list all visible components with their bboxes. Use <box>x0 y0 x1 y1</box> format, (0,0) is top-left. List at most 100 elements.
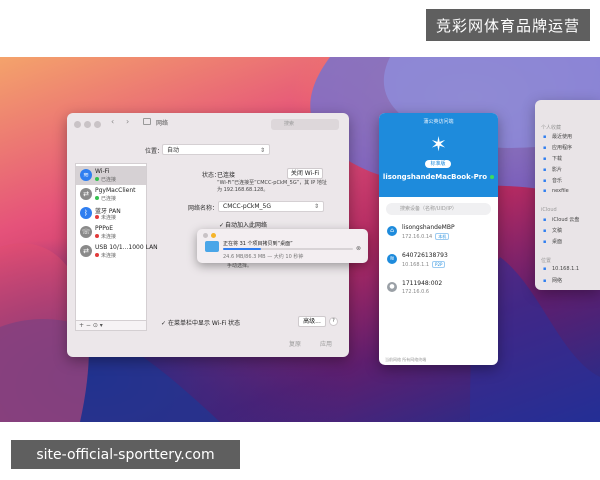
finder-sidebar-item[interactable]: ▪ 文稿 <box>543 227 562 234</box>
service-item[interactable]: ☏ PPPoE 未连接 <box>76 223 146 242</box>
finder-item-label: iCloud 云盘 <box>552 217 580 223</box>
finder-item-label: 网络 <box>552 278 563 284</box>
help-button[interactable]: ? <box>329 317 338 326</box>
user-icon: ● <box>387 282 397 292</box>
device-item[interactable]: ● 1711948:002 172.16.0.6 <box>379 279 498 305</box>
back-icon[interactable]: ‹ <box>111 117 114 126</box>
finder-item-label: 下载 <box>552 156 563 162</box>
finder-sidebar-item[interactable]: ▪ 网络 <box>543 277 562 284</box>
show-wifi-status-checkbox[interactable]: ✓ 在菜单栏中显示 Wi-Fi 状态 <box>161 318 240 327</box>
service-status: 已连接 <box>101 196 117 202</box>
copy-title: 正在将 31 个项目拷贝到“桌面” <box>223 241 293 247</box>
service-name: Wi-Fi <box>95 168 110 175</box>
ask-join-text: 手动选择。 <box>227 263 253 269</box>
device-name: lisongshandeMBP <box>402 224 455 231</box>
folder-icon: ▪ <box>543 266 547 272</box>
service-item[interactable]: ≋ Wi-Fi 已连接 <box>76 166 146 185</box>
finder-sidebar-item[interactable]: ▪ 下载 <box>543 155 562 162</box>
revert-button[interactable]: 复原 <box>289 339 301 348</box>
network-name-value: CMCC-pCkM_5G <box>223 203 272 210</box>
device-ip-text: 172.16.0.14 <box>402 234 433 240</box>
app-title: 蒲公英访问端 <box>423 119 454 125</box>
zoom-window-button[interactable] <box>94 121 101 128</box>
device-item[interactable]: ⌂ lisongshandeMBP 172.16.0.14 本机 <box>379 223 498 249</box>
location-select[interactable]: 自动 ⇕ <box>162 144 270 155</box>
network-name-label: 网络名称： <box>188 205 219 212</box>
folder-icon: ▪ <box>543 156 547 162</box>
service-item[interactable]: ⇄ PgyMacClient 已连接 <box>76 185 146 204</box>
watermark-bottom: site-official-sporttery.com <box>11 440 240 469</box>
network-adapter-icon: ⇄ <box>80 188 92 200</box>
copy-info: 24.6 MB/86.3 MB — 大约 10 秒钟 <box>223 254 304 260</box>
device-item[interactable]: ≋ 640726138793 10.168.1.1 P2P <box>379 251 498 277</box>
folder-icon: ▪ <box>543 228 547 234</box>
minimize-window-button[interactable] <box>84 121 91 128</box>
service-item[interactable]: ᛒ 蓝牙 PAN 未连接 <box>76 204 146 223</box>
auto-join-checkbox[interactable]: ✓自动加入此网络 <box>219 220 267 229</box>
stop-copy-icon[interactable]: ⊗ <box>356 245 361 252</box>
finder-sidebar-item[interactable]: ▪ nexfile <box>543 188 569 194</box>
finder-item-label: 最近使用 <box>552 134 573 140</box>
device-ip: 172.16.0.6 <box>402 289 429 295</box>
service-status: 未连接 <box>101 234 117 240</box>
copy-progress-fill <box>223 248 261 250</box>
folder-icon: ▪ <box>543 217 547 223</box>
edition-badge: 标准版 <box>425 160 451 168</box>
search-input[interactable]: 搜索 <box>271 119 339 130</box>
turn-off-wifi-button[interactable]: 关闭 Wi-Fi <box>287 168 323 179</box>
ethernet-icon: ⇄ <box>80 245 92 257</box>
status-dot <box>95 196 99 200</box>
folder-icon: ▪ <box>543 178 547 184</box>
bluetooth-icon: ᛒ <box>80 207 92 219</box>
device-search-input[interactable]: 搜索设备（名称/UID/IP） <box>386 203 491 215</box>
close-window-button[interactable] <box>74 121 81 128</box>
laptop-icon: ⌂ <box>387 226 397 236</box>
apply-button[interactable]: 应用 <box>320 339 332 348</box>
advanced-button[interactable]: 高级... <box>298 316 326 327</box>
copy-progress-dialog: 正在将 31 个项目拷贝到“桌面” ⊗ 24.6 MB/86.3 MB — 大约… <box>197 229 368 263</box>
service-status: 未连接 <box>101 215 117 221</box>
close-dialog-button[interactable] <box>203 233 208 238</box>
finder-sidebar-item[interactable]: ▪ iCloud 云盘 <box>543 216 579 223</box>
finder-item-label: 文稿 <box>552 228 563 234</box>
copy-progress-bar <box>223 248 353 250</box>
dandelion-logo-icon: ✶ <box>430 132 447 156</box>
finder-sidebar-item[interactable]: ▪ 音乐 <box>543 177 562 184</box>
host-name: lisongshandeMacBook-Pro <box>379 173 498 181</box>
status-dot <box>95 215 99 219</box>
finder-sidebar-item[interactable]: ▪ 桌面 <box>543 238 562 245</box>
device-ip-text: 10.168.1.1 <box>402 262 430 268</box>
folder-icon: ▪ <box>543 145 547 151</box>
finder-sidebar-item[interactable]: ▪ 应用程序 <box>543 144 572 151</box>
wifi-icon: ≋ <box>80 169 92 181</box>
finder-sidebar-item[interactable]: ▪ 影片 <box>543 166 562 173</box>
finder-item-label: 桌面 <box>552 239 563 245</box>
status-description: “Wi-Fi”已连接至“CMCC-pCkM_5G”，其 IP 地址为 192.1… <box>217 180 327 193</box>
vpn-client-panel: 蒲公英访问端 ✶ 标准版 lisongshandeMacBook-Pro ⌕ 搜… <box>379 113 498 365</box>
chevron-updown-icon: ⇕ <box>313 203 319 210</box>
finder-sidebar-item[interactable]: ▪ 最近使用 <box>543 133 572 140</box>
finder-item-label: nexfile <box>552 188 569 194</box>
forward-icon[interactable]: › <box>126 117 129 126</box>
panel-footer: 当前网络 所有网络终端 <box>385 357 427 362</box>
service-status: 未连接 <box>101 253 117 259</box>
show-all-grid-icon[interactable] <box>143 118 151 125</box>
status-dot <box>95 253 99 257</box>
folder-icon: ▪ <box>543 188 547 194</box>
window-title: 网络 <box>156 120 169 127</box>
host-name-text: lisongshandeMacBook-Pro <box>382 173 488 181</box>
chevron-updown-icon: ⇕ <box>259 147 265 154</box>
location-label: 位置： <box>145 148 164 155</box>
service-list-toolbar[interactable]: + − ⊙ ▾ <box>75 321 147 331</box>
minimize-dialog-button[interactable] <box>211 233 216 238</box>
service-item[interactable]: ⇄ USB 10/1...1000 LAN 未连接 <box>76 242 158 261</box>
status-dot <box>95 234 99 238</box>
network-name-select[interactable]: CMCC-pCkM_5G ⇕ <box>218 201 324 212</box>
device-name: 640726138793 <box>402 252 448 259</box>
finder-item-label: 音乐 <box>552 178 563 184</box>
service-name: PgyMacClient <box>95 187 136 194</box>
service-name: PPPoE <box>95 225 114 232</box>
finder-sidebar-item[interactable]: ▪ 10.168.1.1 <box>543 266 579 272</box>
service-status: 已连接 <box>101 177 117 183</box>
device-ip: 10.168.1.1 P2P <box>402 261 446 268</box>
